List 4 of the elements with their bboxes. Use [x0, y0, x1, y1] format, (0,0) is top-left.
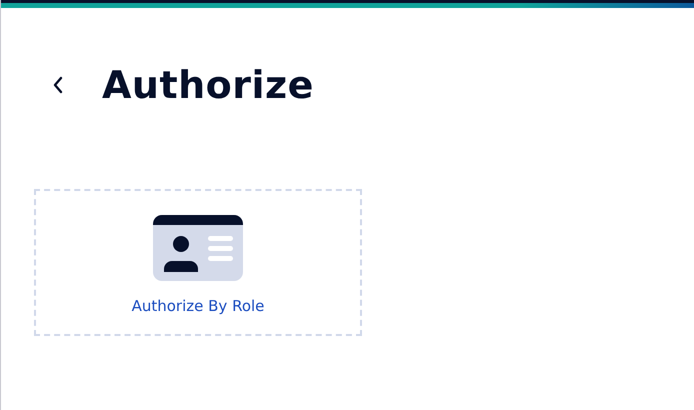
page-title: Authorize [102, 63, 314, 107]
back-icon [52, 76, 64, 94]
option-card[interactable]: Authorize By Role [34, 189, 362, 336]
id-card-icon [153, 215, 243, 281]
